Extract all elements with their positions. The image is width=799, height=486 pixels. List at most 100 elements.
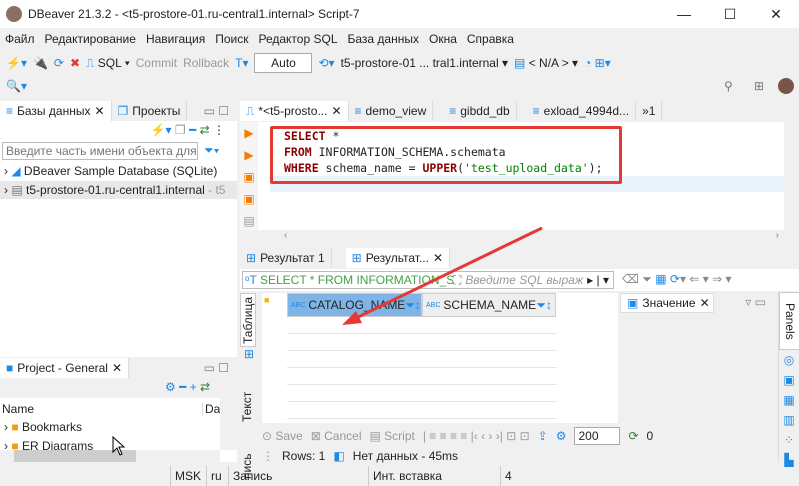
insert-mode: Инт. вставка — [368, 466, 442, 486]
tab-table-view[interactable]: Таблица — [240, 293, 256, 347]
project-icon: ■ — [6, 361, 14, 375]
panel-icon[interactable]: ◎ — [779, 350, 799, 370]
info-icon: ◧ — [333, 449, 345, 463]
maximize-button[interactable]: ☐ — [707, 0, 753, 28]
explain-icon[interactable]: ▤ — [240, 210, 258, 232]
sql-editor[interactable]: ▶ ▶ ▣ ▣ ▤ SELECT * FROM INFORMATION_SCHEMA.sc… — [240, 122, 784, 230]
sql-filter-placeholder[interactable]: Введите SQL выраж — [465, 273, 583, 287]
commit-mode-field[interactable]: Auto — [254, 53, 313, 73]
export-icon[interactable]: ⇪ — [538, 429, 548, 443]
search-icon[interactable]: 🔍▾ — [6, 79, 27, 93]
disconnect-icon[interactable]: 🔌 — [33, 56, 48, 70]
tab-result-2[interactable]: ⊞ Результат... ✕ — [345, 248, 451, 268]
project-item-er-diagrams[interactable]: › ■ ER Diagrams — [4, 439, 93, 450]
column-name[interactable]: Name — [2, 402, 34, 416]
more-tabs-button[interactable]: »1 — [636, 101, 663, 121]
editor-tabs: ⎍ *<t5-prosto... ✕ ≡ demo_view ≡ gibdd_db ≡… — [240, 101, 799, 121]
filter-tools[interactable]: ⌫ ⏷ ▦ ⟳▾ ⇐ ▾ ⇒ ▾ — [622, 272, 732, 287]
reconnect-icon[interactable]: ⟳ — [54, 56, 64, 70]
menu-database[interactable]: База данных — [343, 32, 424, 46]
minimize-button[interactable]: — — [661, 0, 707, 28]
grid-rows[interactable] — [287, 317, 557, 423]
column-date[interactable]: Da — [202, 402, 220, 416]
save-button[interactable]: ⊙ Save — [262, 429, 303, 443]
dbeaver-perspective-icon[interactable] — [778, 78, 794, 94]
navigator-filter-input[interactable] — [2, 142, 198, 160]
sql-icon: ⎍ — [246, 104, 255, 118]
vertical-scrollbar[interactable] — [220, 398, 237, 450]
sort-icon[interactable]: ⏷↕ — [405, 298, 421, 313]
disconnect-all-icon[interactable]: ✖ — [70, 56, 80, 70]
menu-file[interactable]: Файл — [0, 32, 40, 46]
tree-item-sample-db[interactable]: › ◢ DBeaver Sample Database (SQLite) — [0, 162, 237, 180]
expand-icon[interactable]: ⛶ — [453, 273, 461, 288]
result-view-switcher: Таблица ⊞ Текст пись — [240, 293, 258, 479]
fetch-size-input[interactable] — [574, 427, 621, 445]
menu-navigate[interactable]: Навигация — [141, 32, 210, 46]
cancel-button[interactable]: ⊠ Cancel — [311, 429, 362, 443]
tab-project-general[interactable]: ■ Project - General ✕ — [0, 358, 130, 378]
menu-edit[interactable]: Редактирование — [40, 32, 141, 46]
transaction-mode-icon[interactable]: T▾ — [235, 56, 248, 70]
grid-icon: ⊞ — [351, 251, 362, 265]
grid-icon[interactable]: ⊞ — [240, 347, 258, 361]
execute-script-icon[interactable]: ▣ — [240, 166, 258, 188]
tab-projects[interactable]: ❐ Проекты — [112, 101, 188, 121]
dashboard-icon[interactable]: ◔ ⊞▾ — [584, 56, 611, 70]
tab-text-view[interactable]: Текст — [240, 377, 254, 437]
commit-button[interactable]: Commit — [136, 56, 177, 70]
column-catalog-name[interactable]: ABC CATALOG_NAME ⏷↕ — [287, 293, 422, 317]
perspective-icon[interactable]: ⊞ — [754, 79, 764, 93]
project-toolbar[interactable]: ⚙ ━ + ⇄ — [165, 380, 210, 394]
panels-toggle[interactable]: Panels — [779, 292, 799, 350]
history-icon[interactable]: ⟲▾ — [318, 56, 334, 70]
execute-script-new-icon[interactable]: ▣ — [240, 188, 258, 210]
script-button[interactable]: ▤ Script — [370, 429, 415, 443]
editor-horizontal-scrollbar[interactable]: ‹ › — [240, 230, 799, 244]
settings-icon[interactable]: ⚙ — [556, 429, 567, 443]
connection-icon: ▤ — [11, 183, 23, 197]
quick-search-icon[interactable]: ⚲ — [724, 79, 733, 93]
menu-search[interactable]: Поиск — [210, 32, 253, 46]
menu-sql-editor[interactable]: Редактор SQL — [253, 32, 342, 46]
value-panel-menu[interactable]: ▿ ▭ — [745, 295, 766, 309]
filter-input-wrap[interactable]: ᵒT SELECT * FROM INFORMATION_SCH ⛶ Введи… — [242, 271, 614, 289]
value-icon: ▣ — [627, 296, 639, 310]
active-schema-select[interactable]: ▤ < N/A > ▾ — [514, 56, 578, 70]
panel-icon[interactable]: ▦ — [779, 390, 799, 410]
rollback-button[interactable]: Rollback — [183, 56, 229, 70]
tab-databases[interactable]: ≡ Базы данных ✕ — [0, 101, 112, 121]
panel-icon[interactable]: ▣ — [779, 370, 799, 390]
sql-button[interactable]: ⎍ SQL ▾ — [86, 56, 130, 71]
panel-icon[interactable]: ⁘ — [779, 430, 799, 450]
navigator-toolbar[interactable]: ⚡▾ ❐ ━ ⇄ ⋮ — [151, 123, 225, 137]
panel-icon[interactable]: ▥ — [779, 410, 799, 430]
execute-icon[interactable]: ▶ — [240, 122, 258, 144]
editor-vertical-scrollbar[interactable] — [784, 122, 799, 230]
row-edit-icons[interactable]: | ≡ ≡ ≡ ≡ |‹ ‹ › ›| ⊡ ⊡ — [423, 429, 530, 443]
tab-demo-view[interactable]: ≡ demo_view — [349, 101, 434, 121]
filter-icon[interactable]: ⏷▾ — [204, 143, 219, 158]
close-button[interactable]: ✕ — [753, 0, 799, 28]
column-schema-name[interactable]: ABC SCHEMA_NAME ⏷↕ — [422, 293, 556, 317]
tab-result-1[interactable]: ⊞ Результат 1 — [240, 248, 332, 268]
sort-icon[interactable]: ⏷↕ — [536, 298, 552, 313]
menu-help[interactable]: Справка — [462, 32, 519, 46]
menu-window[interactable]: Окна — [424, 32, 462, 46]
tree-item-t5-prostore[interactable]: › ▤ t5-prostore-01.ru-central1.internal … — [0, 181, 237, 199]
new-connection-icon[interactable]: ⚡▾ — [6, 56, 27, 70]
active-connection-select[interactable]: t5-prostore-01 ... tral1.internal ▾ — [341, 56, 508, 70]
tab-value[interactable]: ▣ Значение ✕ — [620, 293, 714, 313]
tab-exload[interactable]: ≡ exload_4994d... — [517, 101, 637, 121]
refresh-icon[interactable]: ⟳ — [628, 429, 638, 443]
minimize-maximize-icons[interactable]: ▭ ☐ — [204, 104, 229, 118]
tab-script[interactable]: ⎍ *<t5-prosto... ✕ — [240, 101, 349, 121]
results-tabs: ⊞ Результат 1 ⊞ Результат... ✕ — [240, 248, 799, 268]
locale: ru — [206, 466, 222, 486]
horizontal-scrollbar[interactable] — [0, 450, 220, 462]
project-item-bookmarks[interactable]: › ■ Bookmarks — [4, 420, 82, 434]
grid-icon: ⊞ — [246, 251, 257, 265]
tab-gibdd-db[interactable]: ≡ gibdd_db — [433, 101, 517, 121]
execute-new-tab-icon[interactable]: ▶ — [240, 144, 258, 166]
minimize-maximize-icons[interactable]: ▭ ☐ — [204, 361, 229, 375]
